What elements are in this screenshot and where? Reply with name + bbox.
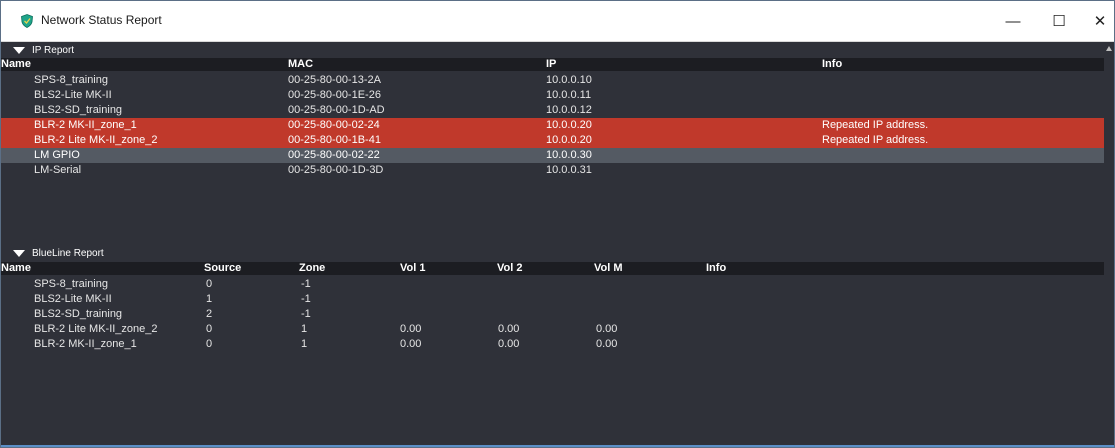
blueline-report-label: BlueLine Report	[32, 247, 104, 259]
scroll-up-arrow-icon[interactable]	[1106, 46, 1112, 51]
table-row[interactable]: LM-Serial 00-25-80-00-1D-3D 10.0.0.31	[1, 163, 1104, 178]
cell-vol1: 0.00	[400, 323, 422, 335]
column-header-name[interactable]: Name	[1, 58, 31, 71]
cell-zone: -1	[301, 293, 311, 305]
cell-name: BLR-2 Lite MK-II_zone_2	[34, 134, 158, 146]
cell-zone: 1	[301, 338, 308, 350]
column-header-mac[interactable]: MAC	[288, 58, 313, 71]
cell-vol2: 0.00	[498, 323, 520, 335]
table-row[interactable]: BLR-2 MK-II_zone_1 00-25-80-00-02-24 10.0.…	[1, 118, 1104, 133]
cell-name: BLS2-Lite MK-II	[34, 89, 112, 101]
cell-volm: 0.00	[596, 338, 618, 350]
cell-source: 2	[206, 308, 213, 320]
cell-mac: 00-25-80-00-13-2A	[288, 74, 381, 86]
cell-volm: 0.00	[596, 323, 618, 335]
cell-source: 0	[206, 278, 213, 290]
cell-vol1: 0.00	[400, 338, 422, 350]
cell-mac: 00-25-80-00-1E-26	[288, 89, 381, 101]
cell-name: LM GPIO	[34, 149, 80, 161]
table-row[interactable]: BLS2-SD_training 00-25-80-00-1D-AD 10.0.0.…	[1, 103, 1104, 118]
cell-ip: 10.0.0.31	[546, 164, 592, 176]
cell-zone: 1	[301, 323, 308, 335]
cell-ip: 10.0.0.10	[546, 74, 592, 86]
cell-info: Repeated IP address.	[822, 119, 929, 131]
cell-source: 0	[206, 338, 213, 350]
cell-ip: 10.0.0.30	[546, 149, 592, 161]
cell-name: LM-Serial	[34, 164, 82, 176]
cell-name: BLR-2 Lite MK-II_zone_2	[34, 323, 158, 335]
cell-ip: 10.0.0.20	[546, 134, 592, 146]
cell-ip: 10.0.0.12	[546, 104, 592, 116]
window-title: Network Status Report	[41, 13, 162, 27]
cell-ip: 10.0.0.20	[546, 119, 592, 131]
cell-name: BLR-2 MK-II_zone_1	[34, 338, 137, 350]
table-row[interactable]: BLS2-Lite MK-II 00-25-80-00-1E-26 10.0.0.1…	[1, 88, 1104, 103]
cell-name: SPS-8_training	[34, 278, 108, 290]
cell-mac: 00-25-80-00-1D-AD	[288, 104, 385, 116]
cell-info: Repeated IP address.	[822, 134, 929, 146]
minimize-icon: —	[1005, 12, 1021, 30]
cell-vol2: 0.00	[498, 338, 520, 350]
table-row[interactable]: SPS-8_training 0 -1	[1, 277, 1104, 292]
cell-ip: 10.0.0.11	[546, 89, 592, 101]
title-bar[interactable]: Network Status Report — ☐ ✕	[1, 1, 1114, 42]
cell-name: BLS2-SD_training	[34, 104, 123, 116]
column-header-zone[interactable]: Zone	[299, 262, 325, 275]
close-button[interactable]: ✕	[1077, 1, 1114, 41]
column-header-vol2[interactable]: Vol 2	[497, 262, 522, 275]
column-header-source[interactable]: Source	[204, 262, 241, 275]
cell-name: BLR-2 MK-II_zone_1	[34, 119, 137, 131]
column-header-ip[interactable]: IP	[546, 58, 556, 71]
ip-report-label: IP Report	[32, 44, 75, 56]
cell-zone: -1	[301, 308, 311, 320]
column-header-info[interactable]: Info	[706, 262, 726, 275]
cell-source: 0	[206, 323, 213, 335]
vertical-scrollbar[interactable]	[1104, 42, 1114, 447]
ip-report-header: Name MAC IP Info	[1, 58, 1104, 71]
cell-zone: -1	[301, 278, 311, 290]
cell-name: SPS-8_training	[34, 74, 108, 86]
close-icon: ✕	[1093, 13, 1107, 30]
cell-mac: 00-25-80-00-02-24	[288, 119, 380, 131]
cell-mac: 00-25-80-00-1B-41	[288, 134, 381, 146]
column-header-info[interactable]: Info	[822, 58, 842, 71]
cell-name: BLS2-SD_training	[34, 308, 123, 320]
cell-source: 1	[206, 293, 213, 305]
table-row[interactable]: BLR-2 Lite MK-II_zone_2 0 1 0.00 0.00 0.00	[1, 322, 1104, 337]
table-row[interactable]: BLS2-SD_training 2 -1	[1, 307, 1104, 322]
table-row[interactable]: SPS-8_training 00-25-80-00-13-2A 10.0.0.10	[1, 73, 1104, 88]
table-row[interactable]: BLR-2 Lite MK-II_zone_2 00-25-80-00-1B-41…	[1, 133, 1104, 148]
collapse-caret-icon	[13, 46, 25, 54]
column-header-name[interactable]: Name	[1, 262, 31, 275]
column-header-vol1[interactable]: Vol 1	[400, 262, 425, 275]
blueline-report-toggle[interactable]: BlueLine Report	[13, 246, 104, 260]
report-content: IP Report Name MAC IP Info SPS-8_trainin…	[1, 42, 1114, 447]
cell-name: BLS2-Lite MK-II	[34, 293, 112, 305]
collapse-caret-icon	[13, 249, 25, 257]
maximize-icon: ☐	[1052, 13, 1066, 30]
shield-app-icon	[21, 14, 33, 28]
ip-report-toggle[interactable]: IP Report	[13, 43, 74, 57]
network-status-window: Network Status Report — ☐ ✕ IP Report Na…	[0, 0, 1115, 448]
table-row[interactable]: BLR-2 MK-II_zone_1 0 1 0.00 0.00 0.00	[1, 337, 1104, 352]
blueline-report-header: Name Source Zone Vol 1 Vol 2 Vol M Info	[1, 262, 1104, 275]
minimize-button[interactable]: —	[990, 1, 1036, 41]
table-row[interactable]: LM GPIO 00-25-80-00-02-22 10.0.0.30	[1, 148, 1104, 163]
cell-mac: 00-25-80-00-1D-3D	[288, 164, 384, 176]
cell-mac: 00-25-80-00-02-22	[288, 149, 380, 161]
column-header-volm[interactable]: Vol M	[594, 262, 623, 275]
table-row[interactable]: BLS2-Lite MK-II 1 -1	[1, 292, 1104, 307]
maximize-button[interactable]: ☐	[1036, 1, 1082, 41]
